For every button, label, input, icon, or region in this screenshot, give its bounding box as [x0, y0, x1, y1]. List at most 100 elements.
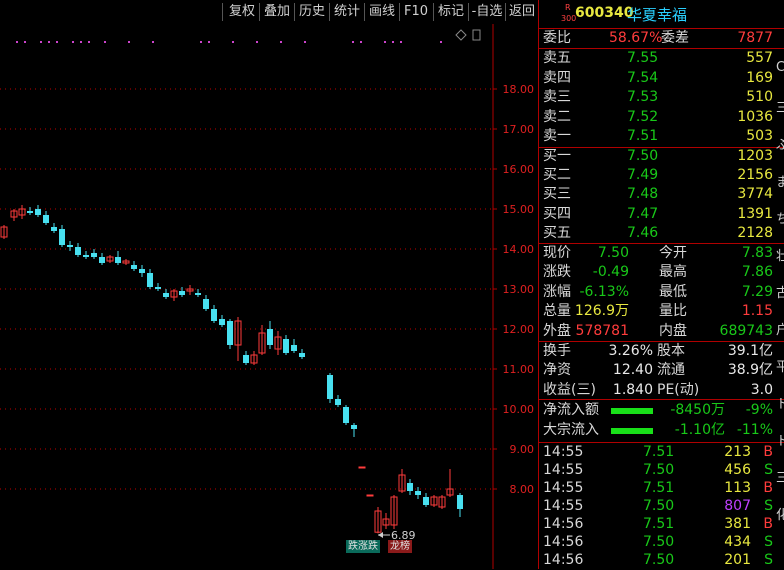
candle-body-down [195, 293, 201, 295]
tick-side: B [763, 516, 773, 532]
mark-button[interactable]: 标记 [435, 2, 467, 22]
stat-value: 126.9万 [574, 303, 629, 320]
signal-dot [88, 41, 90, 43]
candle-body-down [99, 257, 105, 263]
bid-label: 买三 [543, 186, 571, 203]
stat-label: 最低 [659, 283, 687, 300]
signal-dot [128, 41, 130, 43]
flow-amount: -8450万 [670, 402, 725, 418]
bid-volume: 1203 [737, 148, 773, 164]
chart-toolbar: 复权 叠加 历史 统计 画线 F10 标记 -自选 返回 [0, 0, 538, 24]
tag-dragon-list[interactable]: 龙榜 [388, 540, 412, 553]
tick-side: S [764, 462, 773, 478]
tag-limit-down[interactable]: 跌涨跌 [346, 540, 380, 553]
tick-volume: 381 [724, 516, 751, 532]
tick-side: S [764, 552, 773, 568]
stat-row: 外盘 578781 内盘 689743 [539, 322, 775, 341]
fundamental-value: 38.9亿 [727, 362, 773, 379]
price-tick-label: 11.00 [503, 363, 535, 376]
bid-label: 买一 [543, 148, 571, 164]
candle-body-down [343, 407, 349, 423]
tick-volume: 213 [724, 444, 751, 460]
fundamental-value: 3.0 [750, 381, 773, 398]
fundamental-row: 收益(三) 1.840 PE(动) 3.0 [539, 381, 775, 400]
candle-body-down [75, 247, 81, 255]
stat-value: 7.50 [597, 245, 629, 261]
toolbar-separator [505, 3, 506, 21]
back-button[interactable]: 返回 [507, 2, 537, 22]
candle-body-down [211, 309, 217, 321]
candle-body-down [179, 291, 185, 295]
ask-level: 卖五 7.55 557 [539, 49, 775, 68]
tick-side: B [763, 480, 773, 496]
ask-volume: 169 [746, 69, 773, 86]
toolbar-separator [222, 3, 223, 21]
bid-label: 买四 [543, 205, 571, 222]
price-tick-label: 10.00 [503, 403, 535, 416]
candle-body-down [415, 491, 421, 495]
weicha-value: 7877 [737, 30, 773, 46]
price-chart[interactable]: 18.00 17.00 16.00 15.00 14.00 13.00 12.00 11.00… [0, 0, 538, 569]
bid-volume: 2128 [737, 224, 773, 241]
candle-body-down [91, 253, 97, 257]
weibi-label: 委比 [543, 30, 571, 46]
tick-price: 7.50 [643, 552, 675, 568]
bid-level: 买三 7.48 3774 [539, 185, 775, 204]
flow-bar [611, 428, 653, 434]
stat-row: 现价 7.50 今开 7.83 [539, 244, 775, 263]
tick-price: 7.51 [643, 480, 675, 496]
candle-body-down [335, 399, 341, 405]
tick-side: S [764, 498, 773, 514]
candle-body-down [267, 329, 273, 345]
toolbar-separator [433, 3, 434, 21]
stat-value: 7.29 [741, 283, 773, 300]
bid-label: 买五 [543, 224, 571, 241]
tick-time: 14:56 [543, 534, 584, 550]
price-tick-label: 9.00 [510, 443, 535, 456]
stock-code: 600340 [575, 5, 634, 21]
statistics-button[interactable]: 统计 [331, 2, 363, 22]
tick-time: 14:56 [543, 552, 584, 568]
bid-label: 买二 [543, 167, 571, 184]
edge-glyph: 三 [776, 471, 784, 486]
flow-row: 大宗流入 -1.10亿 -11% [539, 421, 775, 440]
stat-value: 578781 [575, 322, 629, 339]
fuquan-button[interactable]: 复权 [226, 2, 258, 22]
ask-price: 7.52 [627, 108, 659, 125]
signal-dot [80, 41, 82, 43]
chart-grid [0, 88, 493, 490]
stat-value: 1.15 [741, 303, 773, 320]
signal-dot [440, 41, 442, 43]
overlay-button[interactable]: 叠加 [261, 2, 293, 22]
f10-button[interactable]: F10 [401, 2, 431, 22]
edge-glyph: ト [776, 397, 784, 412]
edge-glyph: C [776, 60, 784, 75]
fundamental-label: 净资 [543, 362, 571, 379]
ask-price: 7.51 [627, 128, 659, 145]
divider [539, 399, 784, 400]
diamond-icon[interactable] [455, 29, 467, 41]
draw-line-button[interactable]: 画线 [366, 2, 398, 22]
signal-dots [16, 41, 442, 43]
kline-chart-area[interactable]: 18.00 17.00 16.00 15.00 14.00 13.00 12.00 11.00… [0, 0, 538, 569]
edge-glyph: ぶ [776, 138, 784, 153]
ask-volume: 1036 [737, 108, 773, 125]
window-icon[interactable] [472, 29, 481, 41]
history-button[interactable]: 历史 [296, 2, 328, 22]
bid-level: 买五 7.46 2128 [539, 224, 775, 243]
candle-body-down [203, 299, 209, 309]
watchlist-button[interactable]: -自选 [470, 2, 504, 22]
candle-body-down [283, 339, 289, 353]
ask-price: 7.55 [627, 50, 659, 66]
candle-body-down [131, 265, 137, 269]
flow-percent: -9% [745, 402, 773, 418]
weicha-label: 委差 [661, 30, 689, 46]
signal-dot [256, 41, 258, 43]
signal-dot [232, 41, 234, 43]
signal-dot [392, 41, 394, 43]
candle-body-down [35, 209, 41, 215]
ask-price: 7.54 [627, 69, 659, 86]
edge-glyph: 化 [776, 508, 784, 523]
stat-row: 总量 126.9万 量比 1.15 [539, 302, 775, 321]
signal-dot [48, 41, 50, 43]
